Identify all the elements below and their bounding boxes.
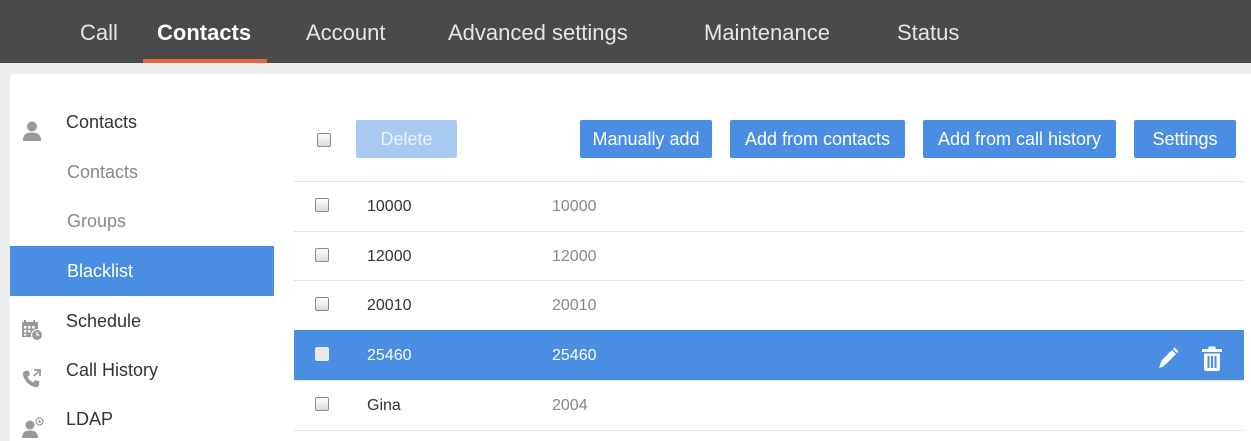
- active-tab-indicator: [143, 59, 267, 63]
- table-row-selected[interactable]: 25460 25460: [294, 330, 1244, 380]
- table-row[interactable]: 12000 12000: [294, 231, 1244, 281]
- row-checkbox[interactable]: [315, 248, 329, 262]
- row-number: 2004: [552, 397, 588, 414]
- blacklist-panel: Delete Manually add Add from contacts Ad…: [274, 74, 1251, 441]
- sidebar-item-ldap[interactable]: LDAP: [10, 394, 274, 441]
- table-row[interactable]: 10000 10000: [294, 181, 1244, 231]
- row-divider: [294, 430, 1244, 431]
- tab-contacts[interactable]: Contacts: [157, 0, 251, 63]
- toolbar: Delete Manually add Add from contacts Ad…: [274, 74, 1251, 181]
- select-all-checkbox[interactable]: [317, 133, 331, 147]
- tab-status[interactable]: Status: [897, 0, 959, 63]
- table-row[interactable]: Gina 2004: [294, 380, 1244, 430]
- sidebar-item-label: Contacts: [66, 112, 138, 132]
- top-nav: Call Contacts Account Advanced settings …: [0, 0, 1251, 63]
- row-number: 10000: [552, 198, 597, 215]
- add-from-call-history-button[interactable]: Add from call history: [923, 120, 1116, 158]
- sidebar-item-label: Blacklist: [67, 261, 134, 281]
- tab-advanced-settings[interactable]: Advanced settings: [448, 0, 628, 63]
- add-from-contacts-button[interactable]: Add from contacts: [730, 120, 905, 158]
- delete-button[interactable]: Delete: [356, 120, 457, 158]
- edit-icon[interactable]: [1156, 343, 1180, 369]
- person-at-icon: [21, 408, 44, 438]
- tab-call[interactable]: Call: [80, 0, 118, 63]
- settings-button[interactable]: Settings: [1134, 120, 1236, 158]
- sidebar-item-label: Contacts: [67, 162, 139, 182]
- sidebar-item-call-history[interactable]: Call History: [10, 345, 274, 395]
- row-name: 20010: [367, 297, 412, 314]
- row-number: 12000: [552, 248, 597, 265]
- row-name: Gina: [367, 397, 401, 414]
- trash-icon[interactable]: [1200, 343, 1224, 371]
- sidebar: Contacts Contacts Groups Blacklist Sched: [10, 74, 274, 441]
- sidebar-item-blacklist[interactable]: Blacklist: [10, 246, 274, 296]
- tab-maintenance[interactable]: Maintenance: [704, 0, 830, 63]
- row-checkbox[interactable]: [315, 347, 329, 361]
- phone-arrows-icon: [21, 359, 43, 388]
- sidebar-item-label: LDAP: [66, 409, 114, 429]
- row-checkbox[interactable]: [315, 198, 329, 212]
- sidebar-item-label: Call History: [66, 360, 159, 380]
- sidebar-item-contacts[interactable]: Contacts: [10, 147, 274, 197]
- tab-account[interactable]: Account: [306, 0, 386, 63]
- row-name: 10000: [367, 198, 412, 215]
- manually-add-button[interactable]: Manually add: [580, 120, 712, 158]
- row-checkbox[interactable]: [315, 297, 329, 311]
- row-number: 25460: [552, 347, 597, 364]
- sidebar-item-schedule[interactable]: Schedule: [10, 296, 274, 346]
- sidebar-item-groups[interactable]: Groups: [10, 196, 274, 246]
- calendar-clock-icon: [21, 310, 43, 341]
- sidebar-item-label: Groups: [67, 211, 127, 231]
- row-number: 20010: [552, 297, 597, 314]
- row-checkbox[interactable]: [315, 397, 329, 411]
- table-row[interactable]: 20010 20010: [294, 280, 1244, 330]
- person-icon: [21, 111, 43, 141]
- row-name: 12000: [367, 248, 412, 265]
- row-name: 25460: [367, 347, 412, 364]
- sidebar-item-label: Schedule: [66, 311, 142, 331]
- sidebar-item-contacts-group[interactable]: Contacts: [10, 97, 274, 147]
